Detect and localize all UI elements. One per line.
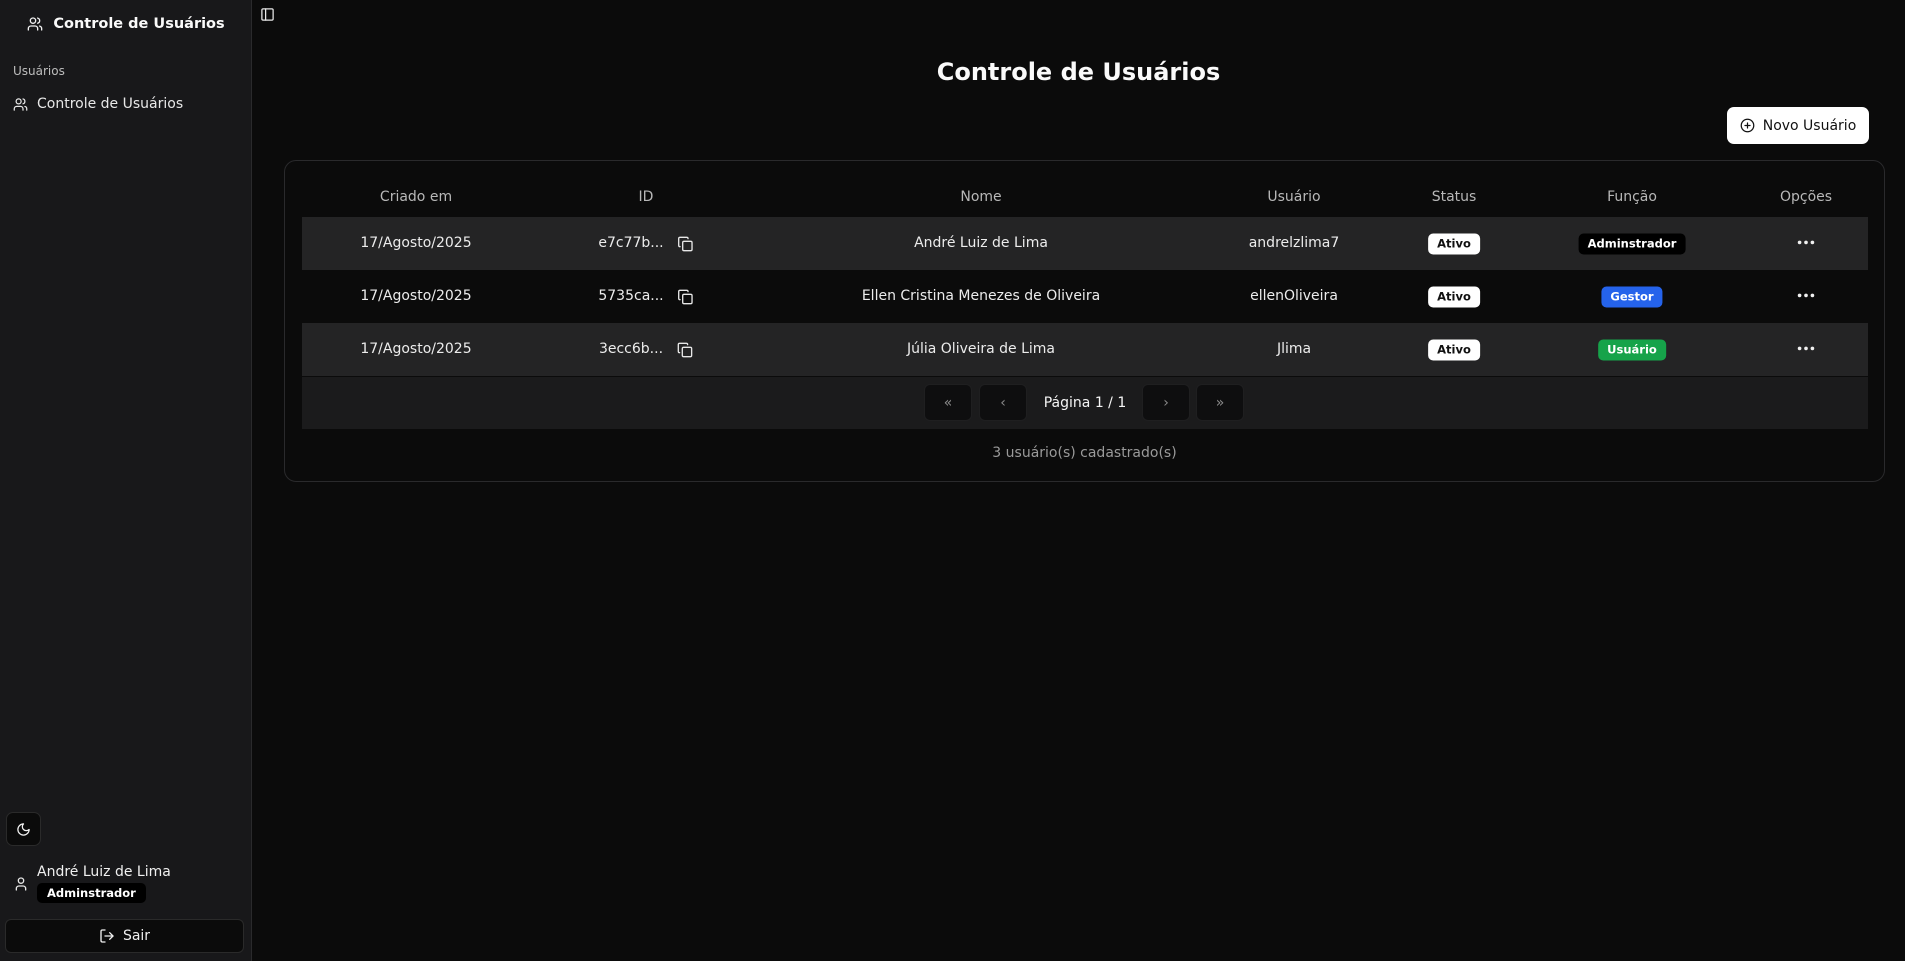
more-options-icon[interactable] bbox=[1794, 232, 1818, 252]
last-page-button[interactable]: » bbox=[1196, 384, 1244, 421]
column-header-username: Usuário bbox=[1267, 189, 1321, 205]
cell-created: 17/Agosto/2025 bbox=[360, 235, 472, 251]
app-title: Controle de Usuários bbox=[53, 16, 225, 32]
column-header-status: Status bbox=[1431, 189, 1477, 205]
sidebar-group-label: Usuários bbox=[13, 64, 65, 78]
table-row: 17/Agosto/2025 5735ca... Ellen Cristina … bbox=[302, 270, 1868, 323]
status-badge: Ativo bbox=[1428, 233, 1480, 254]
column-header-created: Criado em bbox=[379, 189, 453, 205]
sidebar-header: Controle de Usuários bbox=[0, 14, 252, 34]
sidebar-item-controle-usuarios[interactable]: Controle de Usuários bbox=[8, 92, 244, 116]
user-icon bbox=[13, 876, 29, 892]
current-user-name: André Luiz de Lima bbox=[37, 864, 171, 880]
role-badge: Gestor bbox=[1601, 286, 1663, 307]
moon-icon bbox=[16, 822, 31, 837]
toggle-sidebar-button[interactable] bbox=[258, 4, 276, 24]
cell-username: ellenOliveira bbox=[1250, 288, 1338, 304]
logout-icon bbox=[99, 928, 115, 944]
users-icon bbox=[13, 97, 28, 112]
page-title: Controle de Usuários bbox=[936, 58, 1221, 86]
cell-created: 17/Agosto/2025 bbox=[360, 288, 472, 304]
sidebar-item-label: Controle de Usuários bbox=[37, 96, 184, 112]
panel-left-icon bbox=[260, 7, 275, 22]
new-user-button[interactable]: Novo Usuário bbox=[1727, 107, 1869, 144]
status-badge: Ativo bbox=[1428, 286, 1480, 307]
chevrons-left-icon: « bbox=[943, 394, 953, 411]
cell-id: 5735ca... bbox=[598, 270, 693, 323]
logout-button[interactable]: Sair bbox=[5, 919, 244, 953]
role-badge: Usuário bbox=[1598, 339, 1666, 360]
pagination: « ‹ Página 1 / 1 › » bbox=[302, 377, 1868, 429]
more-options-icon[interactable] bbox=[1794, 338, 1818, 358]
cell-name: Júlia Oliveira de Lima bbox=[906, 341, 1056, 357]
theme-toggle-button[interactable] bbox=[6, 812, 41, 846]
users-icon bbox=[27, 16, 43, 32]
table-row: 17/Agosto/2025 e7c77b... André Luiz de L… bbox=[302, 217, 1868, 270]
table-row: 17/Agosto/2025 3ecc6b... Júlia Oliveira … bbox=[302, 323, 1868, 376]
chevron-right-icon: › bbox=[1163, 394, 1169, 411]
chevron-left-icon: ‹ bbox=[1000, 394, 1006, 411]
first-page-button[interactable]: « bbox=[924, 384, 972, 421]
cell-created: 17/Agosto/2025 bbox=[360, 341, 472, 357]
column-header-id: ID bbox=[638, 189, 654, 205]
more-options-icon[interactable] bbox=[1794, 285, 1818, 305]
user-id: e7c77b... bbox=[598, 235, 664, 251]
prev-page-button[interactable]: ‹ bbox=[979, 384, 1027, 421]
cell-username: Jlima bbox=[1276, 341, 1312, 357]
plus-circle-icon bbox=[1740, 118, 1755, 133]
column-header-role: Função bbox=[1607, 189, 1657, 205]
cell-id: 3ecc6b... bbox=[599, 323, 693, 376]
copy-icon[interactable] bbox=[678, 236, 694, 252]
user-id: 5735ca... bbox=[598, 288, 664, 304]
role-badge: Adminstrador bbox=[1578, 233, 1686, 254]
table-header: Criado em ID Nome Usuário Status Função … bbox=[302, 182, 1868, 212]
current-user: André Luiz de Lima Adminstrador bbox=[13, 864, 243, 906]
cell-name: Ellen Cristina Menezes de Oliveira bbox=[861, 288, 1101, 304]
column-header-options: Opções bbox=[1779, 189, 1833, 205]
copy-icon[interactable] bbox=[678, 289, 694, 305]
cell-id: e7c77b... bbox=[598, 217, 693, 270]
copy-icon[interactable] bbox=[677, 342, 693, 358]
chevrons-right-icon: » bbox=[1215, 394, 1225, 411]
column-header-name: Nome bbox=[960, 189, 1002, 205]
next-page-button[interactable]: › bbox=[1142, 384, 1190, 421]
current-user-role-badge: Adminstrador bbox=[37, 883, 146, 903]
status-badge: Ativo bbox=[1428, 339, 1480, 360]
sidebar: Controle de Usuários Usuários Controle d… bbox=[0, 0, 252, 961]
users-count: 3 usuário(s) cadastrado(s) bbox=[992, 445, 1177, 461]
cell-name: André Luiz de Lima bbox=[914, 235, 1048, 251]
page-indicator: Página 1 / 1 bbox=[1043, 395, 1127, 411]
user-id: 3ecc6b... bbox=[598, 341, 664, 357]
cell-username: andrelzlima7 bbox=[1248, 235, 1340, 251]
logout-label: Sair bbox=[122, 928, 151, 944]
new-user-label: Novo Usuário bbox=[1762, 117, 1857, 134]
